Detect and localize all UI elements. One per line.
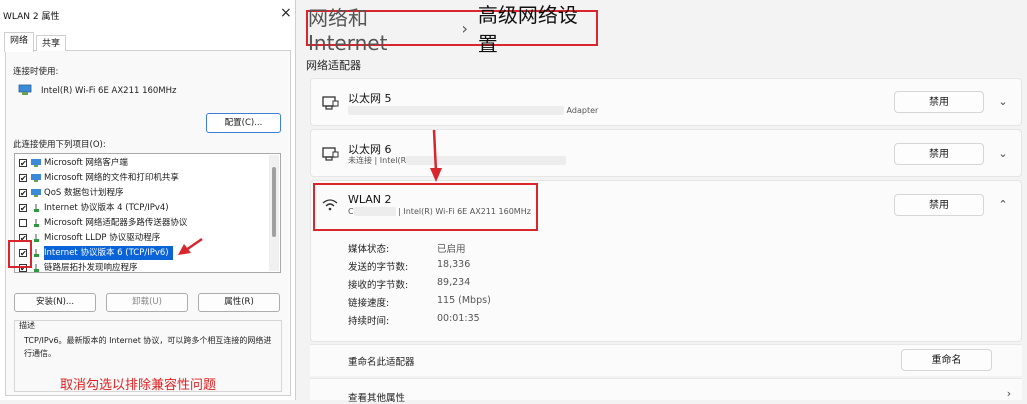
checkbox[interactable]: ✔: [19, 189, 27, 198]
rename-label: 重命名此适配器: [348, 357, 415, 368]
checkbox-highlight-box: [8, 240, 32, 268]
prop-label: 发送的字节数:: [348, 262, 409, 273]
network-client-icon: [31, 159, 41, 167]
connect-using-label: 连接时使用:: [13, 67, 59, 77]
adapter-field: Intel(R) Wi-Fi 6E AX211 160MHz: [14, 80, 282, 104]
prop-value: 00:01:35: [437, 313, 480, 324]
protocol-icon: [34, 234, 39, 242]
checkbox[interactable]: ✔: [19, 174, 27, 183]
checkbox[interactable]: ✔: [19, 159, 27, 168]
close-icon[interactable]: ×: [280, 5, 292, 21]
tab-network[interactable]: 网络: [4, 32, 35, 52]
prop-value: 115 (Mbps): [437, 295, 491, 306]
breadcrumb: 网络和 Internet › 高级网络设置: [306, 3, 598, 56]
adapter-name: 以太网 5: [348, 92, 392, 105]
breadcrumb-parent[interactable]: 网络和 Internet: [308, 2, 451, 55]
configure-button[interactable]: 配置(C)...: [206, 113, 281, 133]
dialog-title: WLAN 2 属性: [3, 12, 60, 22]
protocol-icon: [34, 264, 39, 272]
properties-dialog: WLAN 2 属性 × 网络 共享 连接时使用: Intel(R) Wi-Fi …: [0, 0, 296, 400]
chevron-right-icon[interactable]: ›: [1003, 388, 1015, 400]
item-label: Internet 协议版本 6 (TCP/IPv6): [44, 246, 173, 260]
prop-label: 链接速度:: [348, 298, 390, 309]
prop-label: 持续时间:: [348, 316, 390, 327]
list-item[interactable]: ✔ Microsoft 网络的文件和打印机共享: [19, 171, 179, 185]
install-button[interactable]: 安装(N)...: [14, 293, 96, 312]
qos-icon: [31, 189, 41, 197]
annotation-caption: 取消勾选以排除兼容性问题: [60, 378, 217, 393]
list-item[interactable]: ✔ Microsoft LLDP 协议驱动程序: [19, 231, 160, 245]
prop-value: 89,234: [437, 277, 471, 288]
uninstall-button[interactable]: 卸载(U): [106, 293, 188, 312]
scrollbar[interactable]: [269, 155, 279, 271]
protocol-icon: [34, 249, 39, 257]
file-share-icon: [31, 174, 41, 182]
checkbox[interactable]: ✔: [19, 204, 27, 213]
item-label: Internet 协议版本 4 (TCP/IPv4): [44, 203, 169, 213]
item-label: 链路层拓扑发现响应程序: [44, 263, 138, 273]
rename-button[interactable]: 重命名: [901, 349, 992, 371]
checkbox[interactable]: [19, 219, 27, 227]
more-properties-row[interactable]: [310, 378, 1022, 400]
adapter-card-ethernet5[interactable]: 以太网 5 Adapter 禁用 ⌄: [310, 78, 1022, 126]
tab-sharing[interactable]: 共享: [36, 35, 67, 51]
item-label: Microsoft 网络客户端: [44, 158, 128, 168]
adapter-name: Intel(R) Wi-Fi 6E AX211 160MHz: [41, 86, 177, 96]
adapter-subtitle: Adapter: [348, 106, 598, 115]
item-label: QoS 数据包计划程序: [44, 188, 124, 198]
list-item[interactable]: ✔ QoS 数据包计划程序: [19, 186, 124, 200]
item-label: Microsoft 网络的文件和打印机共享: [44, 173, 179, 183]
chevron-down-icon[interactable]: ⌄: [997, 96, 1009, 108]
item-label: Microsoft LLDP 协议驱动程序: [44, 233, 161, 243]
list-item[interactable]: Microsoft 网络适配器多路传送器协议: [19, 216, 187, 230]
disable-button[interactable]: 禁用: [894, 143, 984, 165]
adapter-subtitle: 未连接 | Intel(R: [348, 155, 567, 166]
wlan-highlight-box: [313, 183, 538, 231]
disable-button[interactable]: 禁用: [894, 91, 984, 113]
scrollbar-thumb[interactable]: [272, 167, 276, 237]
prop-value: 已启用: [437, 244, 466, 255]
annotation-arrow-left: [178, 237, 203, 255]
disable-button[interactable]: 禁用: [894, 194, 984, 216]
chevron-down-icon[interactable]: ⌄: [997, 148, 1009, 160]
list-item-selected[interactable]: ✔ Internet 协议版本 6 (TCP/IPv6): [19, 246, 173, 260]
network-adapter-icon: [18, 84, 32, 95]
protocol-icon: [34, 204, 39, 212]
protocol-icon: [34, 219, 39, 227]
adapter-card-ethernet6[interactable]: 以太网 6 未连接 | Intel(R 禁用 ⌄: [310, 129, 1022, 177]
items-list[interactable]: ✔ Microsoft 网络客户端 ✔ Microsoft 网络的文件和打印机共享 …: [14, 153, 281, 273]
page-title: 高级网络设置: [477, 3, 578, 56]
more-properties-label: 查看其他属性: [348, 393, 406, 404]
items-label: 此连接使用下列项目(O):: [13, 140, 106, 150]
ethernet-icon: [322, 96, 339, 110]
prop-label: 接收的字节数:: [348, 280, 409, 291]
list-item[interactable]: ✔ Microsoft 网络客户端: [19, 156, 128, 170]
list-item[interactable]: ✔ Internet 协议版本 4 (TCP/IPv4): [19, 201, 169, 215]
section-title: 网络适配器: [306, 59, 361, 72]
properties-button[interactable]: 属性(R): [198, 293, 280, 312]
description-text: TCP/IPv6。最新版本的 Internet 协议，可以跨多个相互连接的网络进…: [24, 336, 272, 358]
prop-value: 18,336: [437, 259, 471, 270]
item-label: Microsoft 网络适配器多路传送器协议: [44, 218, 188, 228]
annotation-arrow-down: [430, 129, 442, 182]
ethernet-icon: [322, 147, 339, 161]
breadcrumb-separator: ›: [461, 18, 468, 38]
list-item[interactable]: ✔ 链路层拓扑发现响应程序: [19, 261, 138, 273]
prop-label: 媒体状态:: [348, 244, 390, 255]
description-label: 描述: [19, 321, 35, 330]
chevron-up-icon[interactable]: ⌃: [997, 199, 1009, 211]
